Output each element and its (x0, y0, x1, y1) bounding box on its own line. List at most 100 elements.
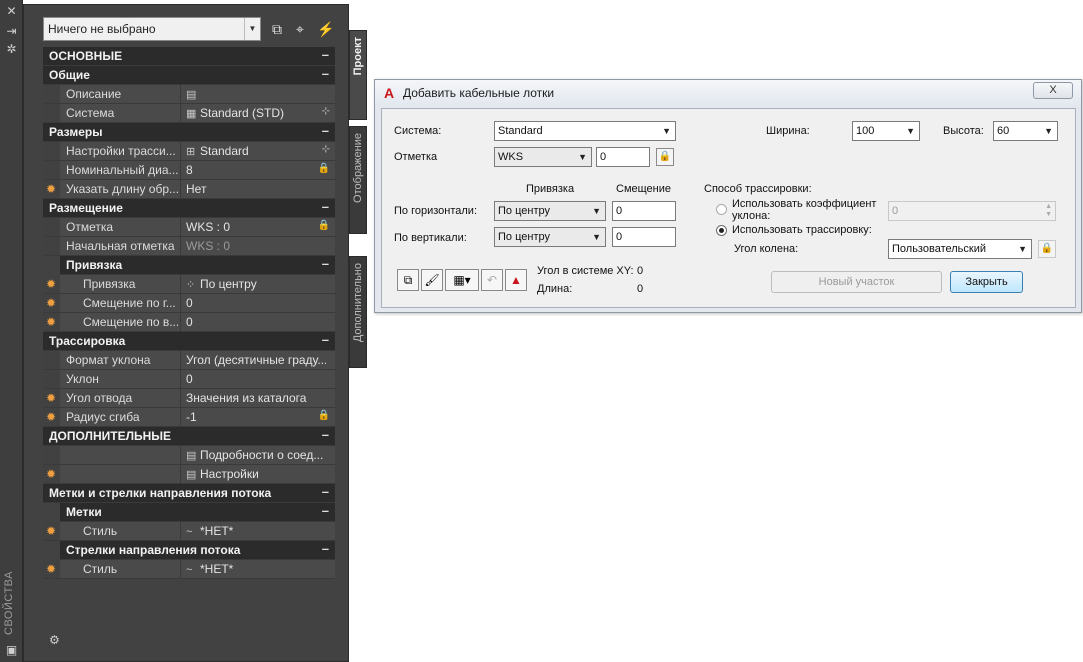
property-value[interactable]: Нет (186, 182, 326, 197)
property-row[interactable]: ✹ Стиль ~ *НЕТ* (43, 522, 335, 541)
slope-input[interactable]: 0 ▲ ▼ (888, 201, 1056, 221)
property-value[interactable]: 0 (186, 296, 326, 311)
browse-icon[interactable]: ⊹ (322, 106, 330, 117)
collapse-icon[interactable]: – (322, 427, 329, 442)
property-row[interactable]: Формат уклона Угол (десятичные граду... (43, 351, 335, 370)
property-row[interactable]: ✹ Смещение по в... 0 (43, 313, 335, 332)
tab-display[interactable]: Отображение (349, 126, 367, 234)
column-divider (180, 389, 181, 407)
property-value[interactable]: Угол (десятичные граду... (186, 353, 326, 368)
collapse-icon[interactable]: – (322, 199, 329, 214)
close-button[interactable]: X (1033, 82, 1073, 99)
lock-icon[interactable]: 🔒 (1038, 240, 1056, 258)
catalog-icon[interactable]: ▲ (505, 269, 527, 291)
tab-extended[interactable]: Дополнительно (349, 256, 367, 368)
horizontal-offset-input[interactable]: 0 (612, 201, 676, 221)
collapse-icon[interactable]: – (322, 484, 329, 499)
quick-select-icon[interactable]: ⧉ (267, 19, 287, 39)
match-icon[interactable]: ⧉ (397, 269, 419, 291)
new-segment-button[interactable]: Новый участок (771, 271, 942, 293)
property-row[interactable]: Описание ▤ (43, 85, 335, 104)
undo-icon[interactable]: ↶ (481, 269, 503, 291)
property-value[interactable]: ▤ Настройки (186, 467, 326, 482)
close-icon[interactable]: ✕ (3, 4, 20, 18)
category-header[interactable]: Общие – (43, 66, 335, 85)
lock-icon[interactable]: 🔒 (318, 163, 330, 174)
category-header[interactable]: Размещение – (43, 199, 335, 218)
height-dropdown[interactable]: 60 ▼ (993, 121, 1058, 141)
property-row[interactable]: Уклон 0 (43, 370, 335, 389)
property-value[interactable]: 0 (186, 315, 326, 330)
property-row[interactable]: ▤ Подробности о соед... (43, 446, 335, 465)
bend-angle-dropdown[interactable]: Пользовательский ▼ (888, 239, 1032, 259)
property-row[interactable]: ✹ Стиль ~ *НЕТ* (43, 560, 335, 579)
category-header[interactable]: Стрелки направления потока – (60, 541, 335, 560)
width-dropdown[interactable]: 100 ▼ (852, 121, 920, 141)
brush-icon[interactable]: 🖌 (421, 269, 443, 291)
slope-radio[interactable] (716, 204, 727, 215)
palette-settings-icon[interactable]: ✲ (3, 42, 20, 56)
lock-icon[interactable]: 🔒 (318, 410, 330, 421)
collapse-icon[interactable]: – (322, 66, 329, 81)
property-value[interactable]: ~ *НЕТ* (186, 524, 326, 539)
property-value[interactable]: 0 (186, 372, 326, 387)
property-value[interactable]: ▦ Standard (STD) (186, 106, 326, 121)
selection-combo[interactable]: Ничего не выбрано ▼ (43, 17, 261, 41)
property-value[interactable]: ▤ (186, 87, 326, 102)
property-value[interactable]: ⊞ Standard (186, 144, 326, 159)
category-header[interactable]: Трассировка – (43, 332, 335, 351)
category-header[interactable]: Метки – (60, 503, 335, 522)
category-header[interactable]: Привязка – (60, 256, 335, 275)
tab-project[interactable]: Проект (349, 30, 367, 120)
routing-radio[interactable] (716, 225, 727, 236)
collapse-icon[interactable]: – (322, 541, 329, 556)
elevation-input[interactable]: 0 (596, 147, 650, 167)
category-header[interactable]: Метки и стрелки направления потока – (43, 484, 335, 503)
property-value[interactable]: WKS : 0 (186, 239, 326, 254)
property-row[interactable]: ✹ Угол отвода Значения из каталога (43, 389, 335, 408)
collapse-icon[interactable]: – (322, 332, 329, 347)
property-value[interactable]: ⁘ По центру (186, 277, 326, 292)
autohide-icon[interactable]: ⇥ (3, 24, 20, 38)
category-header[interactable]: Размеры – (43, 123, 335, 142)
property-value[interactable]: Значения из каталога (186, 391, 326, 406)
lock-icon[interactable]: 🔒 (656, 148, 674, 166)
palette-menu-icon[interactable]: ▣ (3, 643, 20, 657)
system-dropdown[interactable]: Standard ▼ (494, 121, 676, 141)
property-value[interactable]: ▤ Подробности о соед... (186, 448, 326, 463)
property-value[interactable]: 8 (186, 163, 326, 178)
category-header[interactable]: ОСНОВНЫЕ – (43, 47, 335, 66)
browse-icon[interactable]: ⊹ (322, 144, 330, 155)
property-row[interactable]: ✹ Смещение по г... 0 (43, 294, 335, 313)
toggle-pickadd-icon[interactable]: ⚡ (316, 19, 336, 39)
property-row[interactable]: Настройки трасси... ⊞ Standard ⊹ (43, 142, 335, 161)
collapse-icon[interactable]: – (322, 123, 329, 138)
property-row[interactable]: ✹ Привязка ⁘ По центру (43, 275, 335, 294)
vertical-offset-input[interactable]: 0 (612, 227, 676, 247)
property-row[interactable]: ✹ ▤ Настройки (43, 465, 335, 484)
property-row[interactable]: Система ▦ Standard (STD) ⊹ (43, 104, 335, 123)
property-row[interactable]: ✹ Указать длину обр... Нет (43, 180, 335, 199)
property-value[interactable]: -1 (186, 410, 326, 425)
property-row[interactable]: Отметка WKS : 0 🔒 (43, 218, 335, 237)
collapse-icon[interactable]: – (322, 503, 329, 518)
property-row[interactable]: Начальная отметка WKS : 0 (43, 237, 335, 256)
property-value[interactable]: ~ *НЕТ* (186, 562, 326, 577)
column-divider (180, 275, 181, 293)
collapse-icon[interactable]: – (322, 47, 329, 62)
lock-icon[interactable]: 🔒 (318, 220, 330, 231)
property-row[interactable]: ✹ Радиус сгиба -1 🔒 (43, 408, 335, 427)
close-dialog-button[interactable]: Закрыть (950, 271, 1023, 293)
horizontal-justify-dropdown[interactable]: По центру ▼ (494, 201, 606, 221)
spin-icon[interactable]: ▲ ▼ (1045, 203, 1052, 219)
chevron-down-icon[interactable]: ▼ (244, 18, 260, 40)
select-objects-icon[interactable]: ⌖ (290, 19, 310, 39)
category-header[interactable]: ДОПОЛНИТЕЛЬНЫЕ – (43, 427, 335, 446)
collapse-icon[interactable]: – (322, 256, 329, 271)
property-value[interactable]: WKS : 0 (186, 220, 326, 235)
property-row[interactable]: Номинальный диа... 8 🔒 (43, 161, 335, 180)
compass-dropdown-icon[interactable]: ▦▾ (445, 269, 479, 291)
style-browser-icon[interactable]: ⚙ (49, 633, 60, 647)
vertical-justify-dropdown[interactable]: По центру ▼ (494, 227, 606, 247)
elevation-dropdown[interactable]: WKS ▼ (494, 147, 592, 167)
